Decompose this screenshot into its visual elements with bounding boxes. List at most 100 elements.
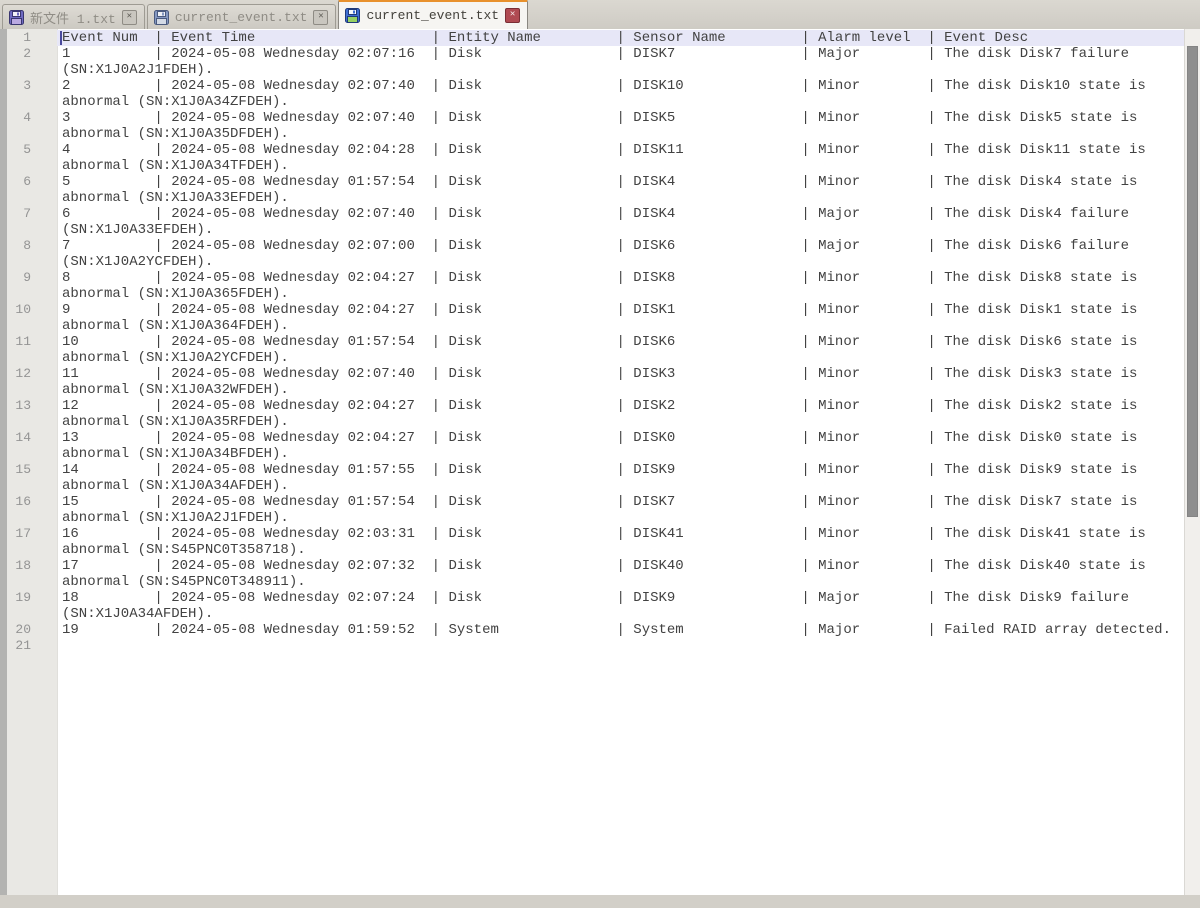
editor-line[interactable]: 1413 | 2024-05-08 Wednesday 02:04:27 | D… bbox=[0, 430, 1185, 446]
line-text[interactable]: abnormal (SN:S45PNC0T358718). bbox=[62, 542, 306, 558]
line-text[interactable]: 12 | 2024-05-08 Wednesday 02:04:27 | Dis… bbox=[62, 398, 1137, 414]
vertical-scrollbar[interactable] bbox=[1184, 29, 1200, 895]
editor-line[interactable]: 1110 | 2024-05-08 Wednesday 01:57:54 | D… bbox=[0, 334, 1185, 350]
line-text[interactable]: abnormal (SN:S45PNC0T348911). bbox=[62, 574, 306, 590]
editor-line[interactable]: (SN:X1J0A33EFDEH). bbox=[0, 222, 1185, 238]
editor-line[interactable]: abnormal (SN:X1J0A2YCFDEH). bbox=[0, 350, 1185, 366]
text-content[interactable]: 1Event Num | Event Time | Entity Name | … bbox=[0, 30, 1185, 654]
line-text[interactable]: 2 | 2024-05-08 Wednesday 02:07:40 | Disk… bbox=[62, 78, 1146, 94]
line-text[interactable]: abnormal (SN:X1J0A34BFDEH). bbox=[62, 446, 289, 462]
line-number: 16 bbox=[0, 494, 31, 510]
editor-line[interactable]: 109 | 2024-05-08 Wednesday 02:04:27 | Di… bbox=[0, 302, 1185, 318]
tab-current-event-2-active[interactable]: current_event.txt ✕ bbox=[338, 0, 528, 29]
line-number: 4 bbox=[0, 110, 31, 126]
editor-line[interactable]: abnormal (SN:X1J0A2J1FDEH). bbox=[0, 510, 1185, 526]
line-text[interactable]: 19 | 2024-05-08 Wednesday 01:59:52 | Sys… bbox=[62, 622, 1171, 638]
line-text[interactable]: abnormal (SN:X1J0A32WFDEH). bbox=[62, 382, 289, 398]
line-text[interactable]: (SN:X1J0A2YCFDEH). bbox=[62, 254, 213, 270]
scrollbar-thumb[interactable] bbox=[1187, 46, 1198, 517]
line-text[interactable]: 16 | 2024-05-08 Wednesday 02:03:31 | Dis… bbox=[62, 526, 1146, 542]
line-text[interactable]: (SN:X1J0A2J1FDEH). bbox=[62, 62, 213, 78]
line-number: 19 bbox=[0, 590, 31, 606]
line-text[interactable]: abnormal (SN:X1J0A2YCFDEH). bbox=[62, 350, 289, 366]
editor-line[interactable]: abnormal (SN:X1J0A34TFDEH). bbox=[0, 158, 1185, 174]
editor-line[interactable]: abnormal (SN:S45PNC0T358718). bbox=[0, 542, 1185, 558]
editor-line[interactable]: 65 | 2024-05-08 Wednesday 01:57:54 | Dis… bbox=[0, 174, 1185, 190]
editor-line[interactable]: 16 15 | 2024-05-08 Wednesday 01:57:54 | D… bbox=[0, 494, 1185, 510]
line-number: 3 bbox=[0, 78, 31, 94]
editor-line[interactable]: 13 12 | 2024-05-08 Wednesday 02:04:27 | D… bbox=[0, 398, 1185, 414]
line-number: 9 bbox=[0, 270, 31, 286]
editor-line[interactable]: abnormal (SN:S45PNC0T348911). bbox=[0, 574, 1185, 590]
editor-line[interactable]: 87 | 2024-05-08 Wednesday 02:07:00 | Dis… bbox=[0, 238, 1185, 254]
line-number: 7 bbox=[0, 206, 31, 222]
floppy-icon bbox=[9, 10, 24, 25]
line-number: 13 bbox=[0, 398, 31, 414]
editor-line[interactable]: (SN:X1J0A2J1FDEH). bbox=[0, 62, 1185, 78]
line-text[interactable]: 7 | 2024-05-08 Wednesday 02:07:00 | Disk… bbox=[62, 238, 1129, 254]
line-text[interactable]: 15 | 2024-05-08 Wednesday 01:57:54 | Dis… bbox=[62, 494, 1137, 510]
close-icon[interactable]: ✕ bbox=[505, 8, 520, 23]
editor-line[interactable]: 21 bbox=[0, 638, 1185, 654]
tab-current-event-1[interactable]: current_event.txt ✕ bbox=[147, 4, 337, 29]
editor-line[interactable]: abnormal (SN:X1J0A32WFDEH). bbox=[0, 382, 1185, 398]
line-text[interactable]: abnormal (SN:X1J0A365FDEH). bbox=[62, 286, 289, 302]
editor-line[interactable]: 4 3 | 2024-05-08 Wednesday 02:07:40 | Dis… bbox=[0, 110, 1185, 126]
editor-line[interactable]: 19 18 | 2024-05-08 Wednesday 02:07:24 | D… bbox=[0, 590, 1185, 606]
editor-line[interactable]: 21 | 2024-05-08 Wednesday 02:07:16 | Dis… bbox=[0, 46, 1185, 62]
line-number: 15 bbox=[0, 462, 31, 478]
editor-line[interactable]: abnormal (SN:X1J0A34BFDEH). bbox=[0, 446, 1185, 462]
line-text[interactable]: abnormal (SN:X1J0A34TFDEH). bbox=[62, 158, 289, 174]
tab-new-file-1[interactable]: 新文件 1.txt ✕ bbox=[2, 4, 145, 29]
line-text[interactable]: 9 | 2024-05-08 Wednesday 02:04:27 | Disk… bbox=[62, 302, 1137, 318]
line-number: 12 bbox=[0, 366, 31, 382]
editor-line[interactable]: abnormal (SN:X1J0A364FDEH). bbox=[0, 318, 1185, 334]
editor-line[interactable]: 20 19 | 2024-05-08 Wednesday 01:59:52 | S… bbox=[0, 622, 1185, 638]
window-bottom-edge bbox=[0, 895, 1200, 908]
editor-line[interactable]: 15 14 | 2024-05-08 Wednesday 01:57:55 | D… bbox=[0, 462, 1185, 478]
line-text[interactable]: (SN:X1J0A34AFDEH). bbox=[62, 606, 213, 622]
editor-line[interactable]: 1Event Num | Event Time | Entity Name | … bbox=[0, 30, 1185, 46]
editor-line[interactable]: abnormal (SN:X1J0A34AFDEH). bbox=[0, 478, 1185, 494]
line-text[interactable]: 8 | 2024-05-08 Wednesday 02:04:27 | Disk… bbox=[62, 270, 1137, 286]
editor-line[interactable]: 7 6 | 2024-05-08 Wednesday 02:07:40 | Dis… bbox=[0, 206, 1185, 222]
editor-line[interactable]: abnormal (SN:X1J0A35DFDEH). bbox=[0, 126, 1185, 142]
line-text[interactable]: 14 | 2024-05-08 Wednesday 01:57:55 | Dis… bbox=[62, 462, 1137, 478]
line-text[interactable]: abnormal (SN:X1J0A35RFDEH). bbox=[62, 414, 289, 430]
editor-line[interactable]: 1716 | 2024-05-08 Wednesday 02:03:31 | D… bbox=[0, 526, 1185, 542]
line-text[interactable]: (SN:X1J0A33EFDEH). bbox=[62, 222, 213, 238]
line-text[interactable]: 13 | 2024-05-08 Wednesday 02:04:27 | Dis… bbox=[62, 430, 1137, 446]
editor-line[interactable]: 12 11 | 2024-05-08 Wednesday 02:07:40 | D… bbox=[0, 366, 1185, 382]
editor-area[interactable]: 1Event Num | Event Time | Entity Name | … bbox=[0, 29, 1200, 895]
editor-line[interactable]: (SN:X1J0A34AFDEH). bbox=[0, 606, 1185, 622]
editor-line[interactable]: abnormal (SN:X1J0A35RFDEH). bbox=[0, 414, 1185, 430]
line-text[interactable]: 11 | 2024-05-08 Wednesday 02:07:40 | Dis… bbox=[62, 366, 1137, 382]
line-text[interactable]: 1 | 2024-05-08 Wednesday 02:07:16 | Disk… bbox=[62, 46, 1129, 62]
line-text[interactable]: 3 | 2024-05-08 Wednesday 02:07:40 | Disk… bbox=[62, 110, 1137, 126]
line-text[interactable]: 4 | 2024-05-08 Wednesday 02:04:28 | Disk… bbox=[62, 142, 1146, 158]
editor-line[interactable]: 1817 | 2024-05-08 Wednesday 02:07:32 | D… bbox=[0, 558, 1185, 574]
editor-line[interactable]: abnormal (SN:X1J0A33EFDEH). bbox=[0, 190, 1185, 206]
line-text[interactable]: abnormal (SN:X1J0A35DFDEH). bbox=[62, 126, 289, 142]
line-text[interactable]: abnormal (SN:X1J0A2J1FDEH). bbox=[62, 510, 289, 526]
line-text[interactable]: 10 | 2024-05-08 Wednesday 01:57:54 | Dis… bbox=[62, 334, 1137, 350]
editor-line[interactable]: 9 8 | 2024-05-08 Wednesday 02:04:27 | Dis… bbox=[0, 270, 1185, 286]
editor-line[interactable]: abnormal (SN:X1J0A34ZFDEH). bbox=[0, 94, 1185, 110]
line-text[interactable]: abnormal (SN:X1J0A33EFDEH). bbox=[62, 190, 289, 206]
editor-line[interactable]: 54 | 2024-05-08 Wednesday 02:04:28 | Dis… bbox=[0, 142, 1185, 158]
line-text[interactable]: 6 | 2024-05-08 Wednesday 02:07:40 | Disk… bbox=[62, 206, 1129, 222]
line-text[interactable]: Event Num | Event Time | Entity Name | S… bbox=[62, 30, 1028, 46]
editor-line[interactable]: (SN:X1J0A2YCFDEH). bbox=[0, 254, 1185, 270]
editor-line[interactable]: abnormal (SN:X1J0A365FDEH). bbox=[0, 286, 1185, 302]
line-text[interactable]: 5 | 2024-05-08 Wednesday 01:57:54 | Disk… bbox=[62, 174, 1137, 190]
line-number: 20 bbox=[0, 622, 31, 638]
line-text[interactable]: abnormal (SN:X1J0A34ZFDEH). bbox=[62, 94, 289, 110]
line-text[interactable]: 17 | 2024-05-08 Wednesday 02:07:32 | Dis… bbox=[62, 558, 1146, 574]
close-icon[interactable]: ✕ bbox=[122, 10, 137, 25]
line-text[interactable]: abnormal (SN:X1J0A364FDEH). bbox=[62, 318, 289, 334]
editor-line[interactable]: 3 2 | 2024-05-08 Wednesday 02:07:40 | Dis… bbox=[0, 78, 1185, 94]
close-icon[interactable]: ✕ bbox=[313, 10, 328, 25]
line-text[interactable]: 18 | 2024-05-08 Wednesday 02:07:24 | Dis… bbox=[62, 590, 1129, 606]
tab-label: 新文件 1.txt bbox=[30, 8, 116, 27]
line-text[interactable]: abnormal (SN:X1J0A34AFDEH). bbox=[62, 478, 289, 494]
